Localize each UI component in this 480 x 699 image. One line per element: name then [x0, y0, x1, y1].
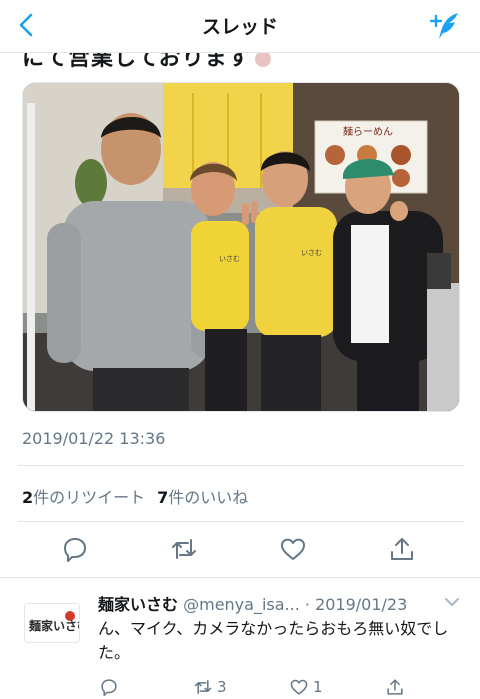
- reply-date: · 2019/01/23: [304, 595, 408, 614]
- reply-header: 麺家いさむ @menya_isa... · 2019/01/23: [98, 591, 407, 615]
- reply-author-handle[interactable]: @menya_isa...: [183, 595, 300, 614]
- compose-tweet-icon: [429, 13, 458, 39]
- share-button[interactable]: [386, 533, 418, 565]
- reply-icon: [101, 679, 117, 697]
- tweet-photo[interactable]: 麺らーめん いさむ いさむ: [22, 82, 460, 412]
- tweet-stats: 2件のリツイート 7件のいいね: [22, 484, 248, 508]
- reply-retweet-button[interactable]: 3: [192, 675, 227, 699]
- retweet-button[interactable]: [168, 533, 200, 565]
- chevron-down-icon: [445, 598, 459, 606]
- shop-logo: 麺家いさむ: [28, 611, 89, 633]
- share-icon: [387, 679, 403, 695]
- tweet-timestamp: 2019/01/22 13:36: [22, 429, 166, 448]
- retweet-stat[interactable]: 2件のリツイート: [22, 488, 145, 507]
- reply-retweet-count: 3: [217, 678, 227, 696]
- page-title: スレッド: [201, 16, 278, 38]
- like-button[interactable]: [277, 533, 309, 565]
- photo-shirt-text-1: いさむ: [219, 255, 240, 263]
- reply-avatar[interactable]: 麺家いさむ: [24, 603, 89, 643]
- like-stat[interactable]: 7件のいいね: [157, 488, 248, 507]
- compose-tweet-button[interactable]: [428, 9, 462, 43]
- thread-header: スレッド: [0, 0, 480, 53]
- reply-author-name[interactable]: 麺家いさむ: [98, 595, 178, 614]
- reply-reply-button[interactable]: [98, 675, 120, 699]
- retweet-icon: [194, 680, 212, 694]
- like-icon: [290, 679, 308, 695]
- reply-share-button[interactable]: [384, 675, 406, 699]
- reply-icon: [64, 538, 86, 562]
- like-icon: [281, 538, 305, 560]
- divider: [0, 577, 480, 578]
- divider: [18, 465, 464, 466]
- photo-illustration: 麺らーめん いさむ いさむ: [23, 83, 459, 411]
- share-icon: [391, 538, 413, 560]
- photo-shirt-text-2: いさむ: [301, 249, 322, 257]
- reply-like-button[interactable]: 1: [288, 675, 323, 699]
- reply-like-count: 1: [313, 678, 323, 696]
- photo-sign-text: 麺らーめん: [343, 125, 393, 138]
- reply-text: ん、マイク、カメラなかったらおもろ無い奴でした。: [98, 619, 449, 662]
- divider: [18, 521, 464, 522]
- reply-menu-button[interactable]: [442, 593, 462, 611]
- reply-actions: 3 1: [0, 675, 480, 699]
- reply-button[interactable]: [59, 533, 91, 565]
- retweet-icon: [172, 539, 196, 559]
